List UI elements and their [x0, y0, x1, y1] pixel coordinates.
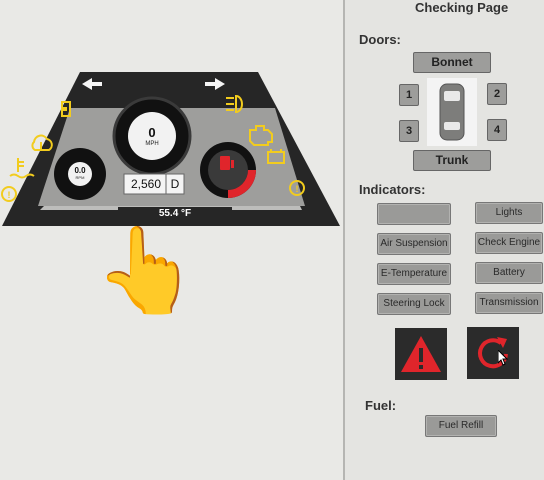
page-title: Checking Page	[415, 0, 509, 15]
reset-button[interactable]	[467, 327, 519, 379]
door-4-button[interactable]: 4	[487, 119, 507, 141]
svg-text:!: !	[8, 190, 11, 200]
speed-value: 0	[148, 125, 156, 140]
indicator-air-suspension-button[interactable]: Air Suspension	[377, 233, 451, 255]
fuel-refill-button[interactable]: Fuel Refill	[425, 415, 497, 437]
warning-triangle-button[interactable]	[395, 328, 447, 380]
indicator-e-temperature-button[interactable]: E-Temperature	[377, 263, 451, 285]
bonnet-button[interactable]: Bonnet	[413, 52, 491, 73]
rpm-value: 0.0	[74, 166, 86, 175]
trunk-button[interactable]: Trunk	[413, 150, 491, 171]
indicator-lights-button[interactable]: Lights	[475, 202, 543, 224]
warning-triangle-icon	[401, 336, 441, 372]
indicator-steering-lock-button[interactable]: Steering Lock	[377, 293, 451, 315]
door-3-button[interactable]: 3	[399, 120, 419, 142]
svg-text:!: !	[296, 184, 299, 194]
mouse-cursor-icon	[498, 350, 508, 366]
rpm-unit: RPM	[75, 175, 85, 180]
speed-unit: MPH	[145, 141, 159, 147]
dashboard-area: ! ! 0 MPH 0.0 RPM 2,560 D 55.4 °F 👆	[0, 0, 343, 480]
indicator-battery-button[interactable]: Battery	[475, 262, 543, 284]
reset-arrow-icon	[478, 337, 508, 369]
pointing-hand-icon: 👆	[94, 223, 199, 317]
gear-indicator: D	[170, 177, 180, 191]
dashboard-panel: ! !	[1, 72, 340, 226]
indicator-transmission-button[interactable]: Transmission	[475, 292, 543, 314]
door-2-button[interactable]: 2	[487, 83, 507, 105]
fuel-gauge	[200, 142, 256, 198]
indicators-label: Indicators:	[359, 182, 426, 197]
odometer-value: 2,560	[130, 177, 162, 191]
coolant-temperature-icon	[9, 158, 35, 179]
indicator-check-engine-button[interactable]: Check Engine	[475, 232, 543, 254]
checking-panel: Checking Page Doors: Bonnet 1 2 3 4 Trun…	[345, 0, 544, 480]
temperature-readout: 55.4 °F	[158, 208, 192, 219]
car-top-view-icon	[427, 78, 477, 146]
steering-lock-icon: !	[1, 186, 17, 202]
doors-label: Doors:	[359, 32, 401, 47]
indicator-blank-button[interactable]	[377, 203, 451, 225]
fuel-label: Fuel:	[365, 398, 397, 413]
door-1-button[interactable]: 1	[399, 84, 419, 106]
